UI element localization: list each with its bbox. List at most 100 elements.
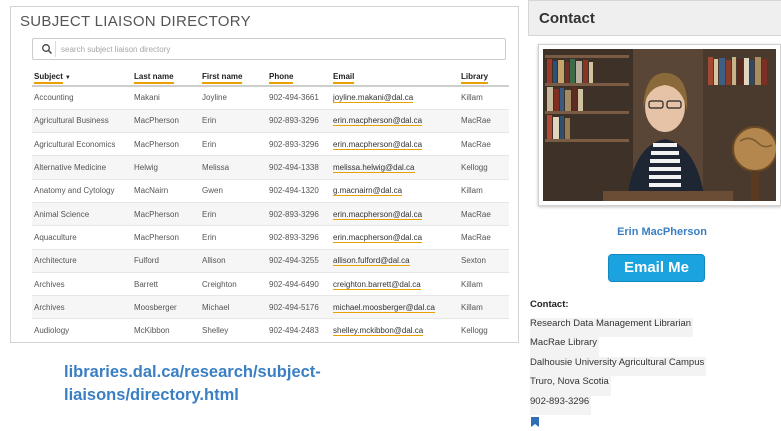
email-link[interactable]: allison.fulford@dal.ca bbox=[333, 256, 410, 267]
contact-library: MacRae Library bbox=[530, 337, 600, 357]
cell-email: erin.macpherson@dal.ca bbox=[331, 132, 459, 157]
cell-library: Kellogg bbox=[459, 155, 509, 180]
cell-subject: Animal Science bbox=[32, 202, 132, 227]
contact-phone: 902-893-3296 bbox=[530, 395, 592, 415]
cell-phone: 902-494-1338 bbox=[267, 155, 331, 180]
cell-library: MacRae bbox=[459, 109, 509, 134]
directory-title: SUBJECT LIAISON DIRECTORY bbox=[20, 13, 251, 30]
cell-last-name: Helwig bbox=[132, 155, 200, 180]
email-link[interactable]: shelley.mckibbon@dal.ca bbox=[333, 326, 424, 337]
column-header-library[interactable]: Library bbox=[459, 68, 509, 87]
contact-campus: Dalhousie University Agricultural Campus bbox=[530, 356, 707, 377]
column-header-label: Phone bbox=[269, 72, 294, 84]
cell-email: erin.macpherson@dal.ca bbox=[331, 109, 459, 134]
cell-library: MacRae bbox=[459, 132, 509, 157]
directory-table: Subject ▼ Last name First name Phone Emai… bbox=[32, 68, 509, 342]
cell-last-name: MacPherson bbox=[132, 225, 200, 250]
cell-email: shelley.mckibbon@dal.ca bbox=[331, 318, 459, 342]
cell-first-name: Allison bbox=[200, 249, 267, 273]
cell-phone: 902-494-2483 bbox=[267, 318, 331, 342]
cell-subject: Archives bbox=[32, 272, 132, 297]
cell-email: erin.macpherson@dal.ca bbox=[331, 225, 459, 250]
cell-phone: 902-494-3255 bbox=[267, 249, 331, 273]
search-divider bbox=[55, 41, 56, 57]
column-header-subject[interactable]: Subject ▼ bbox=[32, 68, 132, 87]
column-header-label: Last name bbox=[134, 72, 174, 84]
contact-city: Truro, Nova Scotia bbox=[530, 376, 611, 396]
profile-photo-image bbox=[543, 49, 776, 201]
email-me-button[interactable]: Email Me bbox=[608, 254, 705, 282]
table-row: Alternative Medicine Helwig Melissa 902-494… bbox=[32, 155, 509, 180]
cell-phone: 902-494-3661 bbox=[267, 86, 331, 110]
contact-label: Contact: bbox=[530, 299, 569, 310]
table-row: Agricultural Business MacPherson Erin 902-8… bbox=[32, 109, 509, 134]
contact-panel: Contact Erin MacPherson Email Me Contact… bbox=[528, 0, 781, 431]
cell-library: Killam bbox=[459, 179, 509, 203]
table-row: Animal Science MacPherson Erin 902-893-3296… bbox=[32, 202, 509, 227]
email-link[interactable]: erin.macpherson@dal.ca bbox=[333, 116, 423, 127]
bookmark-icon[interactable] bbox=[531, 417, 539, 427]
cell-first-name: Gwen bbox=[200, 179, 267, 203]
cell-email: michael.moosberger@dal.ca bbox=[331, 295, 459, 320]
column-header-label: Subject bbox=[34, 72, 63, 84]
sort-caret-icon: ▼ bbox=[64, 75, 71, 81]
search-icon[interactable] bbox=[41, 43, 53, 55]
cell-first-name: Erin bbox=[200, 225, 267, 250]
email-link[interactable]: erin.macpherson@dal.ca bbox=[333, 209, 423, 220]
contact-name[interactable]: Erin MacPherson bbox=[592, 226, 732, 238]
table-row: Accounting Makani Joyline 902-494-3661 joyli… bbox=[32, 86, 509, 110]
table-header-row: Subject ▼ Last name First name Phone Emai… bbox=[32, 68, 509, 87]
column-header-phone[interactable]: Phone bbox=[267, 68, 331, 87]
cell-last-name: Moosberger bbox=[132, 295, 200, 320]
cell-phone: 902-494-1320 bbox=[267, 179, 331, 203]
cell-phone: 902-494-5176 bbox=[267, 295, 331, 320]
cell-subject: Audiology bbox=[32, 318, 132, 342]
column-header-email[interactable]: Email bbox=[331, 68, 459, 87]
contact-title: Research Data Management Librarian bbox=[530, 318, 694, 338]
cell-subject: Accounting bbox=[32, 86, 132, 110]
cell-first-name: Shelley bbox=[200, 318, 267, 342]
contact-header: Contact bbox=[528, 0, 781, 36]
email-link[interactable]: joyline.makani@dal.ca bbox=[333, 93, 414, 104]
cell-library: Killam bbox=[459, 272, 509, 297]
cell-subject: Agricultural Economics bbox=[32, 132, 132, 157]
cell-email: melissa.helwig@dal.ca bbox=[331, 155, 459, 180]
cell-subject: Aquaculture bbox=[32, 225, 132, 250]
cell-first-name: Melissa bbox=[200, 155, 267, 180]
cell-phone: 902-893-3296 bbox=[267, 132, 331, 157]
email-link[interactable]: creighton.barrett@dal.ca bbox=[333, 279, 421, 290]
email-link[interactable]: erin.macpherson@dal.ca bbox=[333, 232, 423, 243]
cell-email: creighton.barrett@dal.ca bbox=[331, 272, 459, 297]
cell-email: joyline.makani@dal.ca bbox=[331, 86, 459, 110]
cell-last-name: MacPherson bbox=[132, 202, 200, 227]
table-row: Aquaculture MacPherson Erin 902-893-3296 eri… bbox=[32, 225, 509, 250]
column-header-last-name[interactable]: Last name bbox=[132, 68, 200, 87]
email-link[interactable]: michael.moosberger@dal.ca bbox=[333, 302, 435, 313]
cell-phone: 902-494-6490 bbox=[267, 272, 331, 297]
email-link[interactable]: erin.macpherson@dal.ca bbox=[333, 139, 423, 150]
contact-header-title: Contact bbox=[539, 10, 595, 27]
cell-library: Kellogg bbox=[459, 318, 509, 342]
cell-phone: 902-893-3296 bbox=[267, 225, 331, 250]
cell-library: MacRae bbox=[459, 202, 509, 227]
cell-subject: Anatomy and Cytology bbox=[32, 179, 132, 203]
search-box[interactable] bbox=[32, 38, 506, 60]
cell-first-name: Michael bbox=[200, 295, 267, 320]
cell-library: Sexton bbox=[459, 249, 509, 273]
table-row: Archives Moosberger Michael 902-494-5176 mic… bbox=[32, 295, 509, 320]
cell-first-name: Creighton bbox=[200, 272, 267, 297]
cell-subject: Architecture bbox=[32, 249, 132, 273]
cell-last-name: Fulford bbox=[132, 249, 200, 273]
email-link[interactable]: melissa.helwig@dal.ca bbox=[333, 163, 415, 174]
cell-last-name: MacNairn bbox=[132, 179, 200, 203]
cell-library: Killam bbox=[459, 295, 509, 320]
cell-email: allison.fulford@dal.ca bbox=[331, 249, 459, 273]
table-row: Audiology McKibbon Shelley 902-494-2483 shel… bbox=[32, 318, 509, 342]
cell-email: g.macnairn@dal.ca bbox=[331, 179, 459, 203]
profile-photo bbox=[538, 44, 781, 206]
cell-first-name: Erin bbox=[200, 132, 267, 157]
column-header-first-name[interactable]: First name bbox=[200, 68, 267, 87]
email-link[interactable]: g.macnairn@dal.ca bbox=[333, 186, 403, 197]
table-row: Architecture Fulford Allison 902-494-3255 al… bbox=[32, 249, 509, 273]
search-input[interactable] bbox=[61, 41, 491, 57]
